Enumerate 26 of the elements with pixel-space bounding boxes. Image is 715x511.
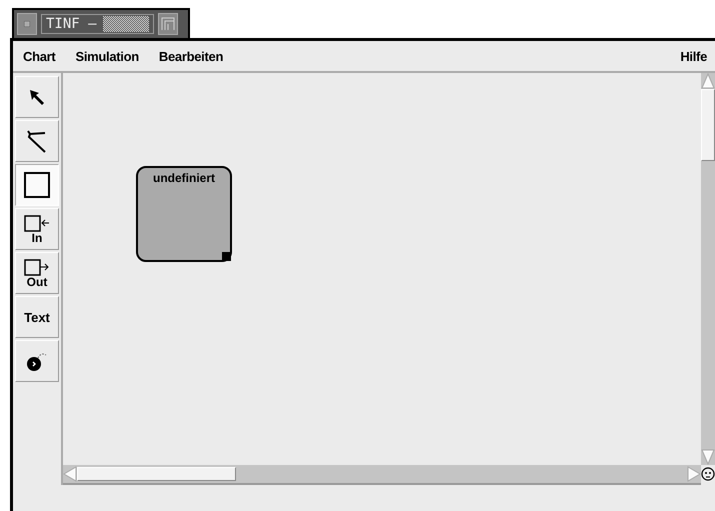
tool-button[interactable]: Out: [15, 252, 59, 294]
state-node[interactable]: undefiniert: [136, 166, 232, 262]
maximize-button[interactable]: [158, 13, 178, 35]
state-label: undefiniert: [153, 171, 215, 185]
scroll-right-arrow[interactable]: [687, 466, 701, 482]
square-icon: [24, 172, 50, 198]
menu-item[interactable]: Hilfe: [680, 48, 707, 64]
scroll-down-arrow[interactable]: [701, 449, 715, 465]
menu-item[interactable]: Simulation: [75, 48, 139, 64]
output-square-icon: [24, 258, 50, 276]
pointer-arrow-icon: [27, 87, 47, 107]
menu-item[interactable]: Chart: [23, 48, 56, 64]
vertical-scrollbar[interactable]: [701, 73, 715, 465]
window-title: TINF –: [41, 14, 154, 34]
scroll-thumb[interactable]: [77, 467, 236, 481]
tool-button[interactable]: In: [15, 208, 59, 250]
menu-item[interactable]: Bearbeiten: [158, 48, 224, 64]
tool-button[interactable]: Text: [15, 296, 59, 338]
window-menu-button[interactable]: [17, 13, 37, 35]
scroll-thumb[interactable]: [701, 89, 715, 161]
scroll-left-arrow[interactable]: [63, 466, 77, 482]
horizontal-scrollbar[interactable]: [63, 465, 701, 485]
tool-button[interactable]: [15, 164, 59, 206]
dotted-pattern-icon: [102, 16, 149, 32]
scroll-up-arrow[interactable]: [701, 73, 715, 89]
input-square-icon: [24, 214, 50, 232]
